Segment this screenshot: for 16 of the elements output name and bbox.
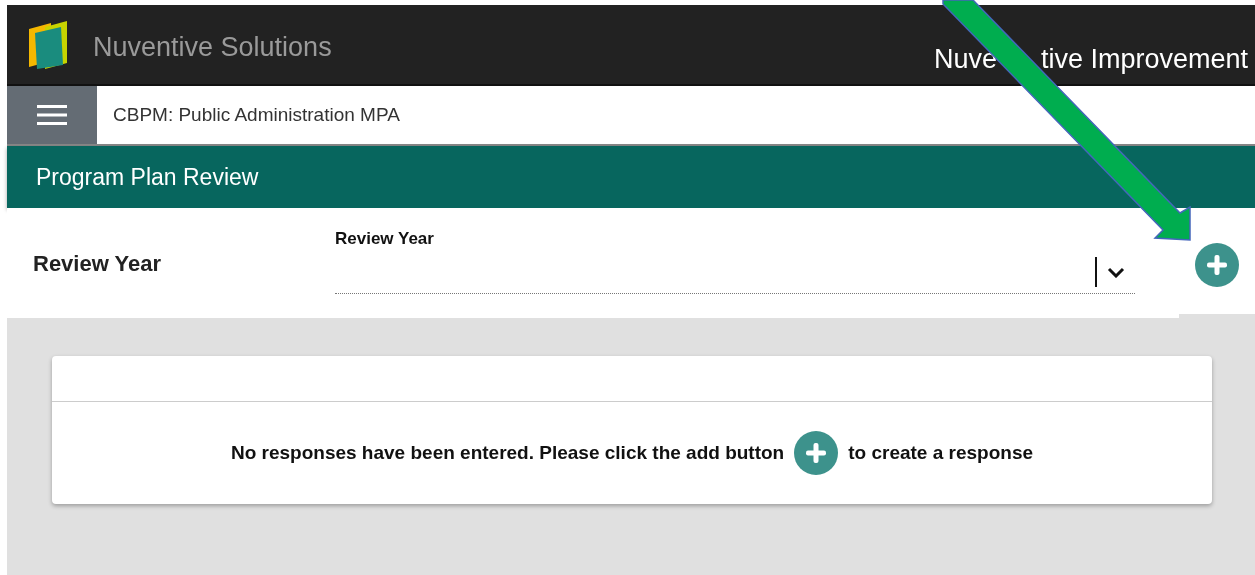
plus-icon (1205, 253, 1229, 277)
menu-icon (37, 104, 67, 126)
field-label: Review Year (335, 228, 435, 250)
menu-button[interactable] (7, 86, 97, 144)
empty-message: to create a response (848, 440, 1034, 465)
empty-message: No responses have been entered. Please click the add button (230, 440, 785, 465)
chevron-down-icon (1107, 266, 1125, 278)
product-name: Nuve (933, 45, 997, 75)
section-heading: Review Year (33, 249, 162, 278)
product-name: tive Improvement (1040, 45, 1248, 75)
add-icon (794, 431, 839, 475)
brand-name: Nuventive Solutions (93, 31, 332, 64)
logo-icon (27, 21, 69, 69)
program-title: CBPM: Public Administration MPA (112, 102, 400, 127)
add-button[interactable] (1195, 243, 1239, 287)
page-title: Program Plan Review (36, 162, 259, 192)
